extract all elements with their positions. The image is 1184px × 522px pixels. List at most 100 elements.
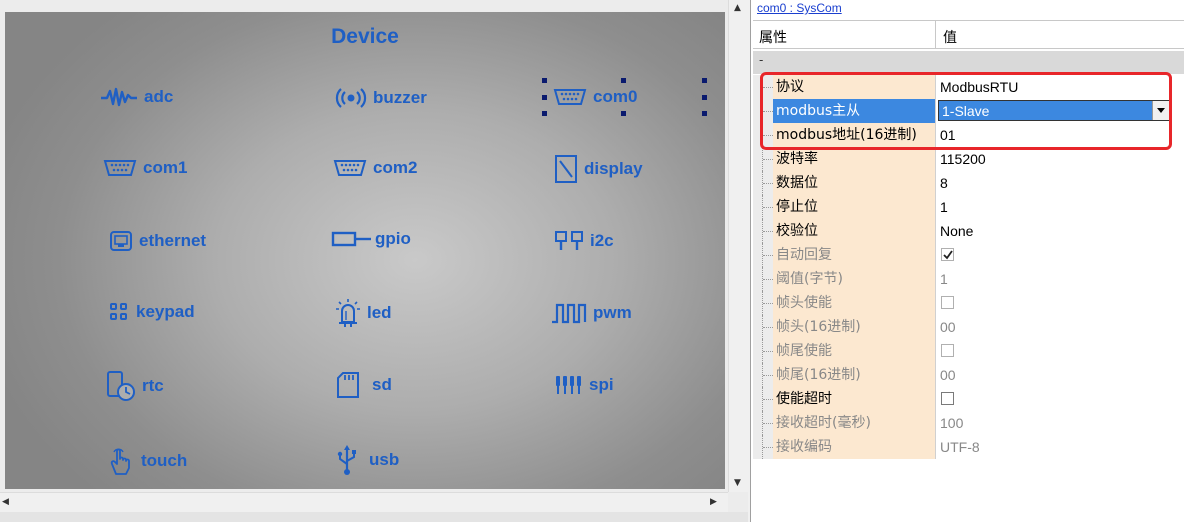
property-name[interactable]: 帧尾使能: [773, 339, 935, 363]
property-row[interactable]: 停止位 1: [753, 195, 1184, 219]
device-ethernet[interactable]: ethernet: [109, 230, 206, 252]
selection-handle[interactable]: [621, 78, 626, 83]
property-name[interactable]: 停止位: [773, 195, 935, 219]
property-row[interactable]: 协议 ModbusRTU: [753, 75, 1184, 99]
collapse-icon[interactable]: -: [759, 53, 763, 67]
selection-handle[interactable]: [621, 111, 626, 116]
serial-port-icon: [103, 159, 137, 177]
property-row[interactable]: 接收超时(毫秒) 100: [753, 411, 1184, 435]
property-name[interactable]: 接收超时(毫秒): [773, 411, 935, 435]
chevron-down-icon[interactable]: [1152, 101, 1169, 120]
device-i2c[interactable]: i2c: [554, 230, 614, 252]
property-value[interactable]: 00: [936, 315, 1184, 339]
property-panel: com0 : SysCom 属性 值 - 协议 ModbusRTU modbus主从…: [750, 0, 1184, 522]
property-value[interactable]: ModbusRTU: [936, 75, 1184, 99]
device-touch[interactable]: touch: [107, 446, 187, 476]
selection-handle[interactable]: [702, 78, 707, 83]
device-label: touch: [141, 451, 188, 470]
property-value[interactable]: 115200: [936, 147, 1184, 171]
column-divider[interactable]: [935, 21, 936, 49]
property-row[interactable]: modbus地址(16进制) 01: [753, 123, 1184, 147]
property-value[interactable]: 100: [936, 411, 1184, 435]
scroll-down-icon[interactable]: ▼: [734, 478, 741, 488]
sd-card-icon: [336, 371, 360, 399]
device-label: usb: [369, 450, 400, 469]
property-value[interactable]: UTF-8: [936, 435, 1184, 459]
row-gutter: [753, 435, 773, 459]
property-name[interactable]: 帧头(16进制): [773, 315, 935, 339]
property-name[interactable]: 数据位: [773, 171, 935, 195]
property-name[interactable]: 阈值(字节): [773, 267, 935, 291]
property-row[interactable]: 帧尾使能: [753, 339, 1184, 363]
property-value-cell[interactable]: [936, 243, 1184, 267]
property-value[interactable]: 1: [936, 195, 1184, 219]
row-gutter: [753, 147, 773, 171]
row-gutter: [753, 243, 773, 267]
vertical-scrollbar[interactable]: ▲ ▼: [728, 0, 748, 492]
scroll-right-icon[interactable]: ▶: [710, 497, 717, 507]
selection-handle[interactable]: [702, 95, 707, 100]
device-usb[interactable]: usb: [335, 444, 399, 476]
property-row[interactable]: 帧头(16进制) 00: [753, 315, 1184, 339]
selection-handle[interactable]: [542, 111, 547, 116]
ethernet-icon: [109, 230, 133, 252]
property-name[interactable]: 帧头使能: [773, 291, 935, 315]
device-label: gpio: [375, 229, 411, 248]
device-com0[interactable]: com0: [553, 87, 637, 107]
property-row[interactable]: 使能超时: [753, 387, 1184, 411]
property-value[interactable]: 01: [936, 123, 1184, 147]
property-row[interactable]: 数据位 8: [753, 171, 1184, 195]
property-row[interactable]: 波特率 115200: [753, 147, 1184, 171]
device-com2[interactable]: com2: [333, 158, 417, 178]
property-value[interactable]: 8: [936, 171, 1184, 195]
horizontal-scrollbar[interactable]: ◀ ▶: [0, 492, 728, 512]
device-rtc[interactable]: rtc: [106, 370, 164, 402]
device-gpio[interactable]: gpio: [331, 229, 411, 249]
property-name[interactable]: 帧尾(16进制): [773, 363, 935, 387]
property-name[interactable]: 使能超时: [773, 387, 935, 411]
scroll-left-icon[interactable]: ◀: [2, 497, 9, 507]
property-name[interactable]: modbus主从: [773, 99, 935, 123]
property-value-cell[interactable]: [936, 387, 1184, 411]
checkbox: [941, 296, 954, 309]
device-sd[interactable]: sd: [336, 371, 392, 399]
row-gutter: [753, 267, 773, 291]
selection-handle[interactable]: [542, 78, 547, 83]
device-pwm[interactable]: pwm: [551, 302, 632, 324]
device-com1[interactable]: com1: [103, 158, 187, 178]
property-value-cell[interactable]: [936, 339, 1184, 363]
selection-handle[interactable]: [542, 95, 547, 100]
device-display[interactable]: display: [554, 154, 643, 184]
modbus-mode-select[interactable]: 1-Slave: [938, 100, 1170, 121]
object-link[interactable]: com0 : SysCom: [757, 1, 842, 15]
property-value-cell[interactable]: [936, 291, 1184, 315]
selection-handle[interactable]: [702, 111, 707, 116]
row-gutter: [753, 219, 773, 243]
property-row[interactable]: 帧头使能: [753, 291, 1184, 315]
property-value[interactable]: 1: [936, 267, 1184, 291]
property-value[interactable]: None: [936, 219, 1184, 243]
device-buzzer[interactable]: buzzer: [335, 87, 427, 109]
device-adc[interactable]: adc: [100, 87, 173, 107]
property-name[interactable]: 接收编码: [773, 435, 935, 459]
property-name[interactable]: 自动回复: [773, 243, 935, 267]
device-led[interactable]: led: [335, 298, 392, 328]
property-row[interactable]: 阈值(字节) 1: [753, 267, 1184, 291]
property-row[interactable]: 帧尾(16进制) 00: [753, 363, 1184, 387]
category-row[interactable]: -: [753, 51, 1184, 74]
property-row[interactable]: 校验位 None: [753, 219, 1184, 243]
device-spi[interactable]: spi: [555, 374, 614, 396]
device-canvas[interactable]: Device adc buzzer com0 com1 com2 display…: [5, 12, 725, 489]
property-value-cell[interactable]: 1-Slave: [936, 99, 1184, 123]
scroll-up-icon[interactable]: ▲: [734, 3, 741, 13]
property-name[interactable]: modbus地址(16进制): [773, 123, 935, 147]
property-row[interactable]: modbus主从 1-Slave: [753, 99, 1184, 123]
checkbox[interactable]: [941, 392, 954, 405]
property-row[interactable]: 自动回复: [753, 243, 1184, 267]
property-name[interactable]: 波特率: [773, 147, 935, 171]
property-row[interactable]: 接收编码 UTF-8: [753, 435, 1184, 459]
property-value[interactable]: 00: [936, 363, 1184, 387]
property-name[interactable]: 协议: [773, 75, 935, 99]
device-keypad[interactable]: keypad: [108, 302, 195, 322]
property-name[interactable]: 校验位: [773, 219, 935, 243]
